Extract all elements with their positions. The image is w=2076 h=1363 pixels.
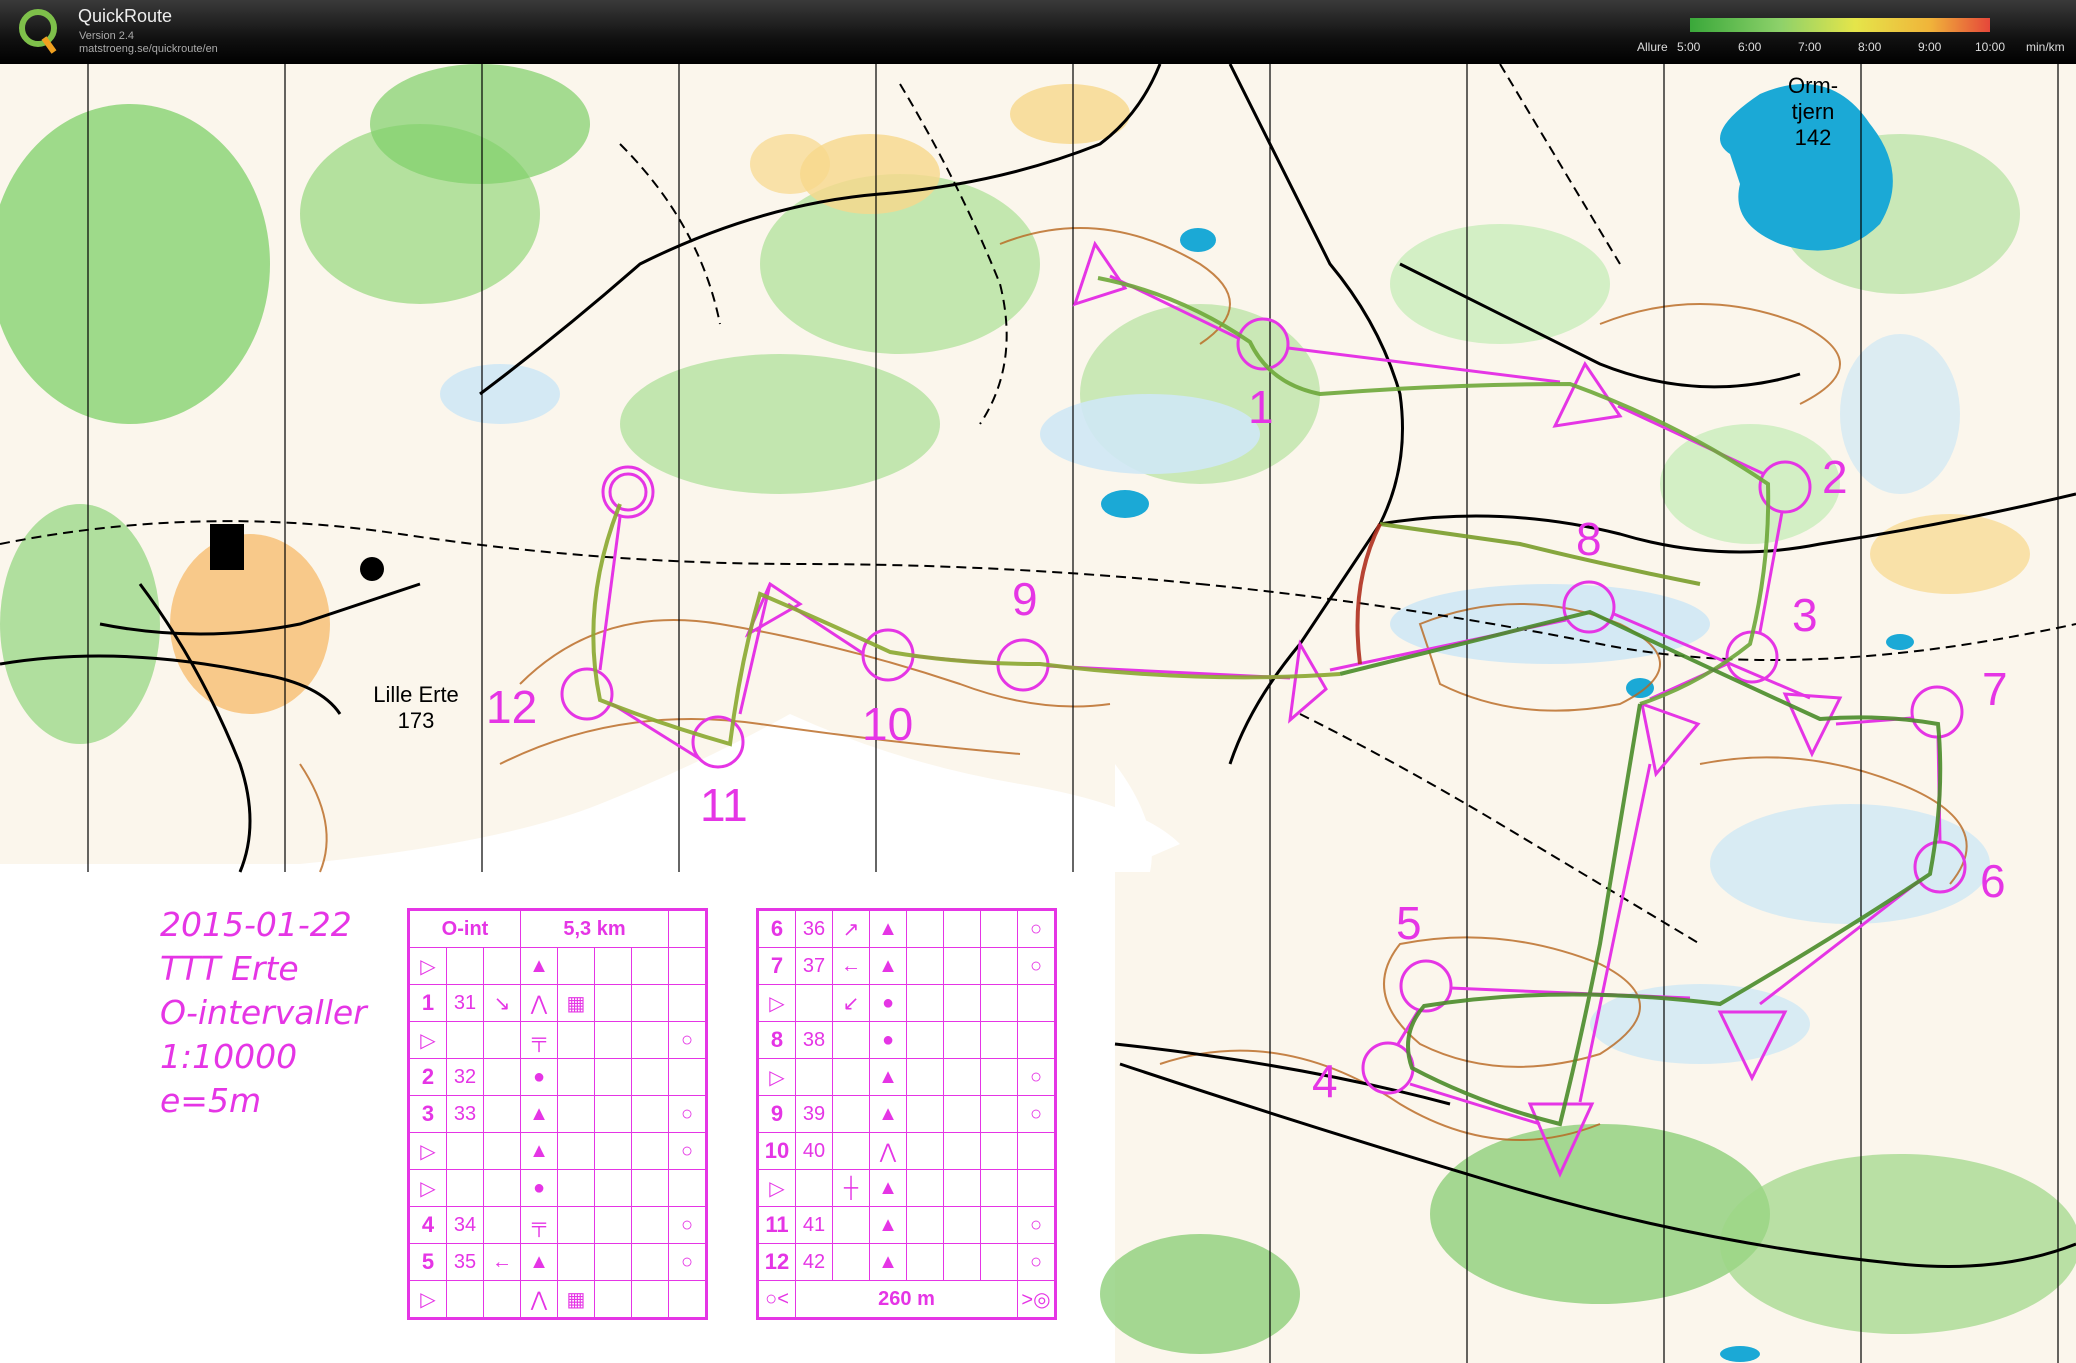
control-seq: 8 xyxy=(757,1021,796,1059)
finish-icon: >◎ xyxy=(1017,1280,1056,1319)
pace-legend-bar xyxy=(1690,18,1990,32)
control-seq: 7 xyxy=(757,947,796,985)
control-number: 5 xyxy=(1396,897,1422,949)
control-code: 34 xyxy=(446,1206,484,1244)
control-code: 38 xyxy=(795,1021,833,1059)
building xyxy=(210,524,244,570)
crossing-symbol: ▷ xyxy=(757,1058,796,1096)
course-name: O-int xyxy=(408,909,521,948)
event-info: 2015-01-22 TTT Erte O-intervaller 1:1000… xyxy=(160,903,367,1123)
pace-tick: 5:00 xyxy=(1677,40,1701,54)
control-seq: 6 xyxy=(757,909,796,948)
control-code: 31 xyxy=(446,984,484,1022)
control-seq: 1 xyxy=(408,984,447,1022)
event-type: O-intervaller xyxy=(160,993,367,1032)
map-scale: 1:10000 xyxy=(160,1037,298,1076)
control-number: 6 xyxy=(1980,855,2006,907)
pace-tick: 10:00 xyxy=(1975,40,2006,54)
control-description-right: 6 36 ↗ ▲ ○ 7 37 ← ▲ ○ ▷ ↙ ● 8 38 ● ▷ ▲ ○ 9 39 ▲ ○ 10 40 ⋀ ▷… xyxy=(756,908,1057,1320)
control-code: 36 xyxy=(795,909,833,948)
app-url[interactable]: matstroeng.se/quickroute/en xyxy=(79,43,218,55)
control-seq: 2 xyxy=(408,1058,447,1096)
control-seq: 5 xyxy=(408,1243,447,1281)
control-seq: 4 xyxy=(408,1206,447,1244)
pace-unit: min/km xyxy=(2026,40,2065,54)
finish-distance: 260 m xyxy=(795,1280,1018,1319)
crossing-symbol: ▷ xyxy=(408,1280,447,1319)
control-number: 9 xyxy=(1012,573,1038,625)
app-header-bar: QuickRoute Version 2.4 matstroeng.se/qui… xyxy=(0,0,2076,64)
crossing-symbol: ▷ xyxy=(408,1169,447,1207)
control-code: 37 xyxy=(795,947,833,985)
app-title: QuickRoute xyxy=(78,6,173,26)
pace-tick: 8:00 xyxy=(1858,40,1882,54)
control-seq: 3 xyxy=(408,1095,447,1133)
control-number: 10 xyxy=(862,698,914,750)
crossing-symbol: ▷ xyxy=(757,984,796,1022)
lake-name-label: Orm- tjern 142 xyxy=(1787,73,1839,150)
control-seq: 10 xyxy=(757,1132,796,1170)
control-code: 40 xyxy=(795,1132,833,1170)
pace-tick: 6:00 xyxy=(1738,40,1762,54)
app-version: Version 2.4 xyxy=(79,30,135,42)
control-code: 35 xyxy=(446,1243,484,1281)
quickroute-logo-icon xyxy=(19,9,57,54)
control-number: 11 xyxy=(700,779,748,831)
finish-funnel-icon: ○< xyxy=(757,1280,796,1319)
control-number: 3 xyxy=(1792,589,1818,641)
control-seq: 9 xyxy=(757,1095,796,1133)
event-name: TTT Erte xyxy=(160,949,299,988)
control-description-left: O-int 5,3 km ▷ ▲ 1 31 ↘ ⋀ ▦ ▷ ╤ ○ 2 32 ● 3 33 ▲ ○ ▷ ▲… xyxy=(407,908,708,1320)
control-code: 39 xyxy=(795,1095,833,1133)
control-code: 42 xyxy=(795,1243,833,1281)
pace-legend-label: Allure xyxy=(1637,40,1668,54)
event-date: 2015-01-22 xyxy=(160,905,352,944)
control-code: 32 xyxy=(446,1058,484,1096)
control-seq: 12 xyxy=(757,1243,796,1281)
control-code: 41 xyxy=(795,1206,833,1244)
control-number: 2 xyxy=(1822,451,1848,503)
control-number: 8 xyxy=(1576,513,1602,565)
pace-tick: 9:00 xyxy=(1918,40,1942,54)
control-number: 1 xyxy=(1248,381,1274,433)
crossing-symbol: ▷ xyxy=(757,1169,796,1207)
crossing-symbol: ▷ xyxy=(408,1132,447,1170)
pace-tick: 7:00 xyxy=(1798,40,1822,54)
contour-interval: e=5m xyxy=(160,1081,262,1120)
control-number: 7 xyxy=(1982,663,2008,715)
course-length: 5,3 km xyxy=(520,909,669,948)
hill-name-label: Lille Erte 173 xyxy=(373,682,459,733)
control-number: 12 xyxy=(486,681,538,733)
crossing-symbol: ▷ xyxy=(408,1021,447,1059)
crossing-symbol: ▷ xyxy=(408,947,447,985)
control-seq: 11 xyxy=(757,1206,796,1244)
control-number: 4 xyxy=(1312,1055,1338,1107)
control-code: 33 xyxy=(446,1095,484,1133)
